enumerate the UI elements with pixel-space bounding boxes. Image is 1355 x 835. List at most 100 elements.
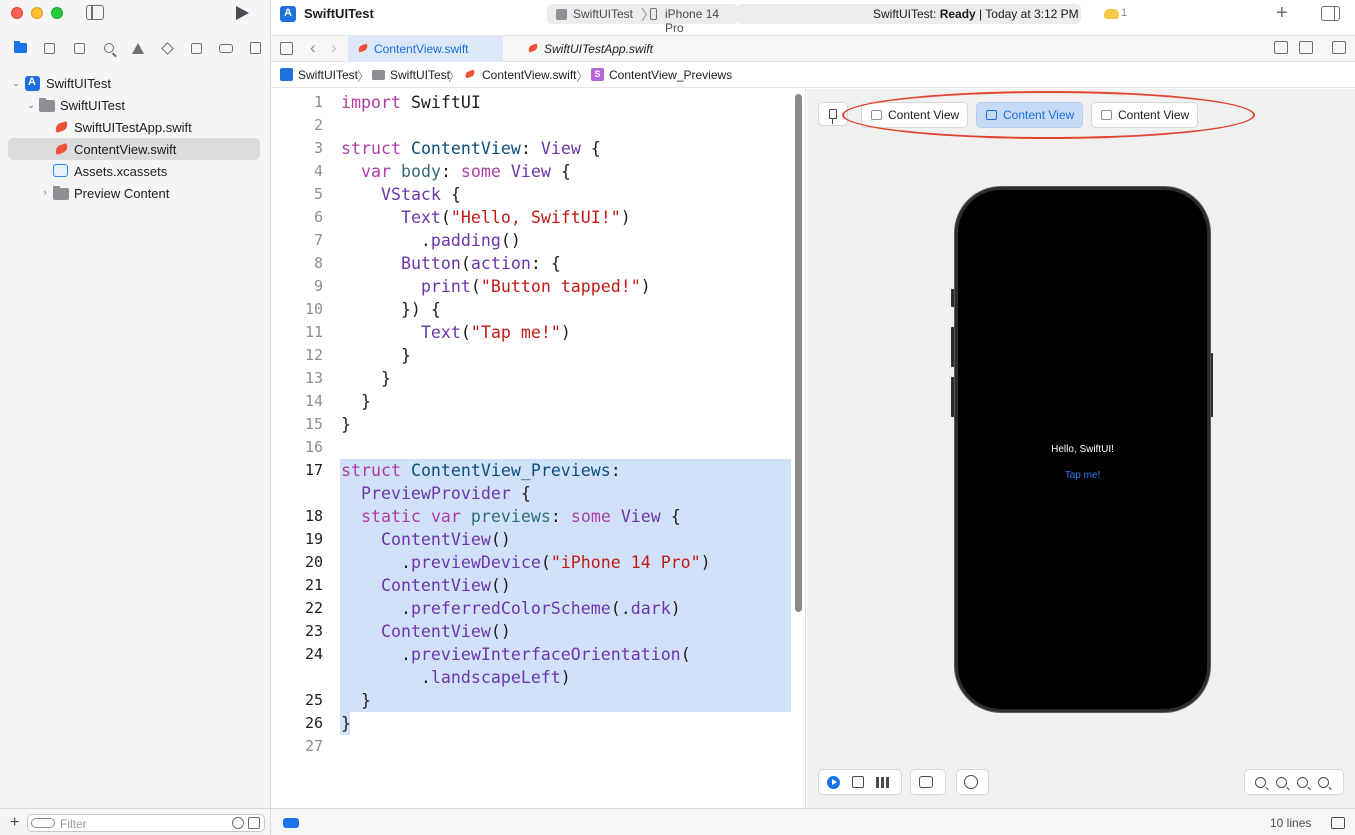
code-line[interactable]: } — [271, 367, 791, 390]
device-preview-iphone[interactable]: Hello, SwiftUI! Tap me! — [955, 187, 1210, 712]
recent-files-icon[interactable] — [232, 817, 244, 829]
add-icon[interactable]: + — [10, 814, 19, 832]
run-icon[interactable] — [236, 6, 249, 20]
issue-navigator-tab[interactable] — [123, 38, 152, 58]
scheme-selector[interactable]: SwiftUITest 〉 iPhone 14 Pro — [547, 4, 739, 35]
source-control-filter-icon[interactable] — [248, 817, 260, 829]
code-line[interactable]: struct ContentView_Previews: — [271, 459, 791, 482]
tree-item-assets[interactable]: Assets.xcassets — [0, 160, 270, 182]
code-line[interactable]: var body: some View { — [271, 160, 791, 183]
swap-icon[interactable] — [1274, 41, 1288, 54]
code-text: VStack { — [380, 185, 461, 204]
code-line[interactable]: ContentView() — [271, 528, 791, 551]
warning-icon[interactable] — [1104, 9, 1119, 19]
breakpoint-navigator-tab[interactable] — [211, 38, 240, 58]
code-line[interactable]: import SwiftUI — [271, 91, 791, 114]
code-line[interactable]: print("Button tapped!") — [271, 275, 791, 298]
code-line[interactable] — [271, 735, 791, 758]
code-line[interactable]: VStack { — [271, 183, 791, 206]
scheme-name[interactable]: SwiftUITest — [573, 7, 633, 21]
zoom-out-icon[interactable] — [1255, 776, 1266, 788]
related-items-icon[interactable] — [280, 42, 293, 55]
tree-item-file-selected[interactable]: ContentView.swift — [8, 138, 260, 160]
source-editor[interactable]: 1 import SwiftUI 2 3 struct ContentView: Vie… — [271, 89, 806, 808]
code-line[interactable]: struct ContentView: View { — [271, 137, 791, 160]
run-destination[interactable]: iPhone 14 Pro — [665, 7, 739, 35]
variants-grid-icon[interactable] — [876, 776, 890, 788]
code-line[interactable] — [271, 436, 791, 459]
code-line[interactable]: } — [271, 413, 791, 436]
preview-info-control[interactable] — [956, 769, 989, 795]
symbol-navigator-tab[interactable] — [65, 38, 94, 58]
split-editor-icon[interactable] — [1332, 41, 1346, 54]
minimap-toggle-icon[interactable] — [1331, 817, 1345, 829]
breadcrumb-item[interactable]: SwiftUITest — [298, 68, 358, 82]
filter-options-icon[interactable] — [31, 818, 55, 828]
zoom-fit-icon[interactable] — [1276, 776, 1287, 788]
code-line[interactable]: } — [271, 390, 791, 413]
disclosure-closed-icon[interactable]: › — [40, 187, 50, 197]
editor-options-icon[interactable] — [1299, 41, 1313, 54]
debug-area-toggle-icon[interactable] — [283, 818, 299, 828]
code-text: } — [341, 415, 351, 434]
code-line[interactable]: ContentView() — [271, 620, 791, 643]
report-navigator-tab[interactable] — [241, 38, 270, 58]
filter-input[interactable]: Filter — [27, 814, 265, 832]
debug-navigator-tab[interactable] — [182, 38, 211, 58]
disclosure-open-icon[interactable]: ⌄ — [11, 78, 21, 88]
library-add-icon[interactable]: + — [1276, 2, 1288, 25]
tree-item-file[interactable]: SwiftUITestApp.swift — [0, 116, 270, 138]
zoom-in-icon[interactable] — [1318, 776, 1329, 788]
tree-item-label: SwiftUITest — [60, 98, 126, 113]
code-line[interactable]: }) { — [271, 298, 791, 321]
code-line[interactable]: static var previews: some View { — [271, 505, 791, 528]
selectable-mode-icon[interactable] — [852, 776, 864, 788]
forward-chevron-icon[interactable]: › — [331, 38, 337, 58]
code-line[interactable]: .previewInterfaceOrientation( — [271, 643, 791, 666]
tab-label: SwiftUITestApp.swift — [544, 42, 653, 56]
code-line[interactable]: .preferredColorScheme(.dark) — [271, 597, 791, 620]
code-line[interactable]: } — [271, 712, 791, 735]
iphone-icon — [650, 8, 657, 20]
test-navigator-tab[interactable] — [153, 38, 182, 58]
tab-app[interactable]: SwiftUITestApp.swift — [518, 36, 678, 62]
code-line[interactable]: } — [271, 689, 791, 712]
code-line[interactable]: ContentView() — [271, 574, 791, 597]
disclosure-open-icon[interactable]: ⌄ — [26, 100, 36, 110]
preview-tap-button[interactable]: Tap me! — [958, 470, 1207, 481]
code-line[interactable] — [271, 114, 791, 137]
find-navigator-tab[interactable] — [94, 38, 123, 58]
tree-item-project[interactable]: ⌄ SwiftUITest — [0, 72, 270, 94]
code-line[interactable]: .padding() — [271, 229, 791, 252]
sidebar-toggle-icon[interactable] — [86, 5, 104, 20]
source-control-tab[interactable] — [35, 38, 64, 58]
back-chevron-icon[interactable]: ‹ — [310, 38, 316, 58]
project-navigator-tab[interactable] — [6, 38, 35, 58]
code-line[interactable]: .previewDevice("iPhone 14 Pro") — [271, 551, 791, 574]
code-line[interactable]: Text("Tap me!") — [271, 321, 791, 344]
spray-icon — [191, 42, 203, 54]
filter-placeholder: Filter — [60, 817, 87, 831]
code-line[interactable]: .landscapeLeft) — [271, 666, 791, 689]
breadcrumb-item[interactable]: SwiftUITest — [390, 68, 450, 82]
code-line[interactable]: Button(action: { — [271, 252, 791, 275]
live-preview-icon[interactable] — [827, 775, 840, 789]
close-window-button[interactable] — [11, 7, 23, 19]
code-line[interactable]: PreviewProvider { — [271, 482, 791, 505]
zoom-window-button[interactable] — [51, 7, 63, 19]
code-text: print("Button tapped!") — [420, 277, 651, 296]
editor-scrollbar[interactable] — [795, 94, 802, 612]
tab-contentview[interactable]: ContentView.swift — [348, 36, 503, 62]
code-text: static var previews: some View { — [360, 507, 681, 526]
breadcrumb-item[interactable]: ContentView.swift — [482, 68, 577, 82]
minimize-window-button[interactable] — [31, 7, 43, 19]
warning-count[interactable]: 1 — [1121, 7, 1127, 19]
breadcrumb-item[interactable]: ContentView_Previews — [609, 68, 732, 82]
tree-item-group[interactable]: › Preview Content — [0, 182, 270, 204]
zoom-100-icon[interactable] — [1297, 776, 1308, 788]
code-line[interactable]: } — [271, 344, 791, 367]
inspector-toggle-icon[interactable] — [1321, 6, 1340, 21]
tree-item-group[interactable]: ⌄ SwiftUITest — [0, 94, 270, 116]
code-line[interactable]: Text("Hello, SwiftUI!") — [271, 206, 791, 229]
device-settings-control[interactable] — [910, 769, 946, 795]
